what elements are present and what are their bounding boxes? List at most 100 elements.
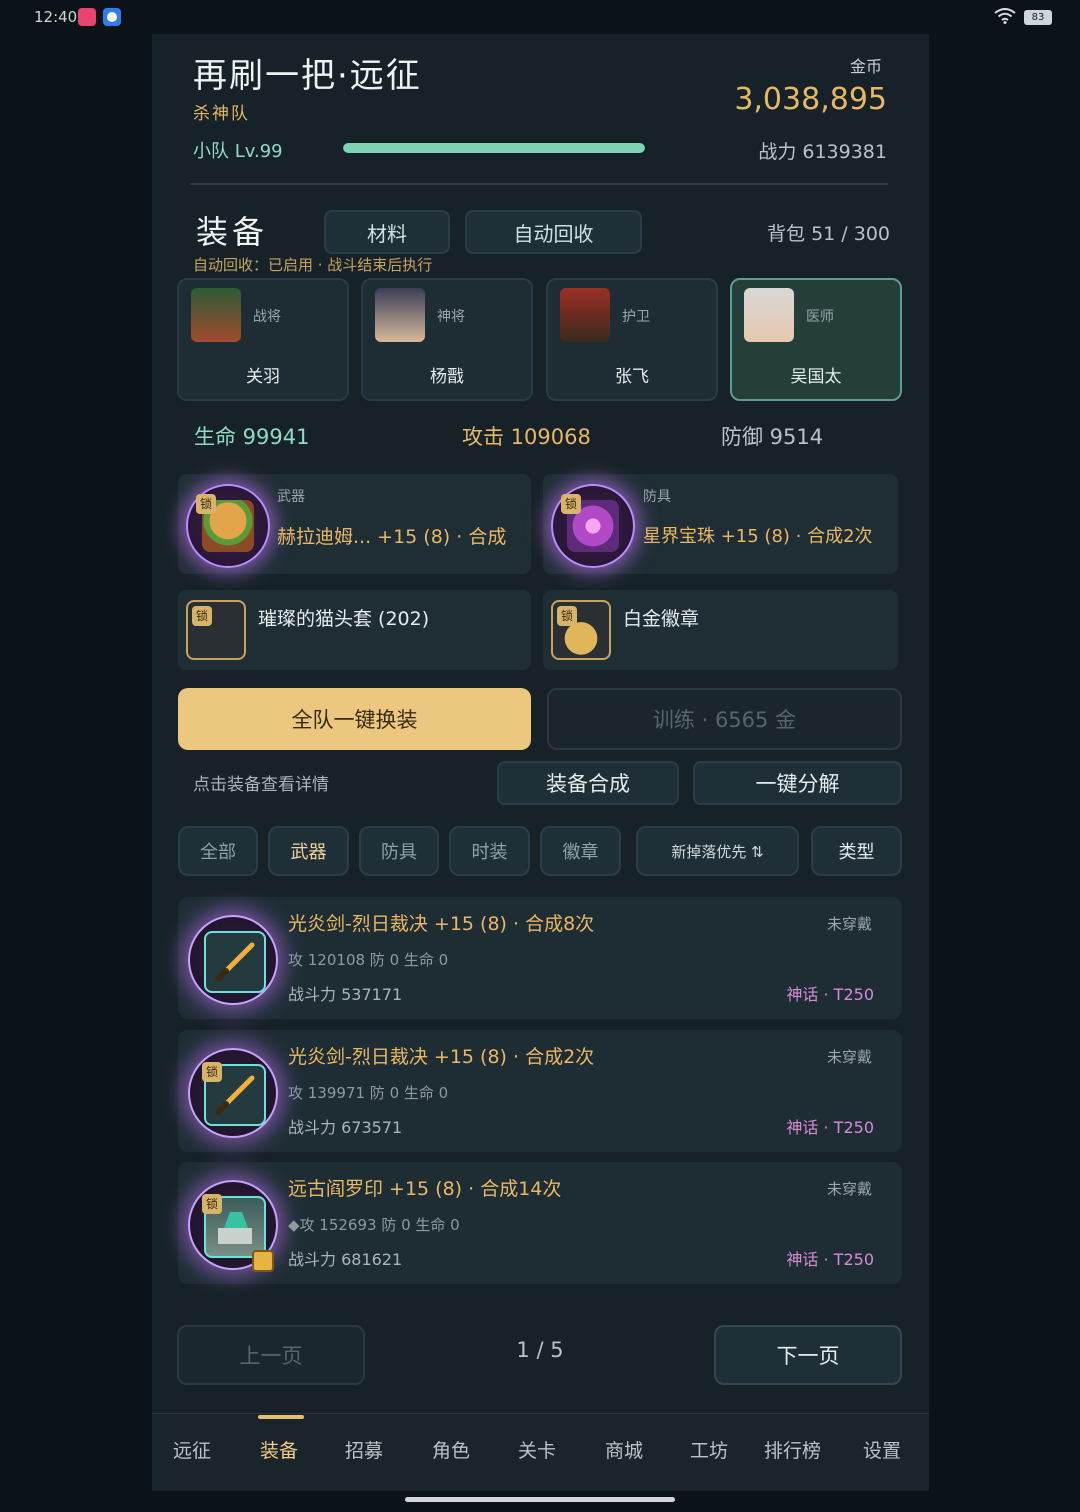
decompose-button[interactable]: 一键分解 xyxy=(693,761,902,805)
team-level: 小队 Lv.99 xyxy=(193,141,283,162)
equipped-armor-slot[interactable]: 锁 防具 星界宝珠 +15 (8) · 合成2次 xyxy=(543,474,898,574)
app-notification-icon xyxy=(78,8,96,26)
filter-all[interactable]: 全部 xyxy=(178,826,258,876)
filter-fashion[interactable]: 时装 xyxy=(449,826,530,876)
hero-card-zhangfei[interactable]: 护卫 张飞 xyxy=(546,278,718,401)
equipped-weapon-slot[interactable]: 锁 武器 赫拉迪姆... +15 (8) · 合成 xyxy=(178,474,531,574)
lock-icon: 锁 xyxy=(192,606,212,626)
prev-page-button[interactable]: 上一页 xyxy=(177,1325,365,1385)
hero-hp: 生命 99941 xyxy=(194,425,310,449)
item-stats: ◆攻 152693 防 0 生命 0 xyxy=(288,1216,460,1234)
item-power: 战斗力 681621 xyxy=(288,1250,403,1269)
lock-icon: 锁 xyxy=(202,1062,222,1082)
item-stats: 攻 139971 防 0 生命 0 xyxy=(288,1084,449,1102)
auto-recycle-note: 自动回收：已启用 · 战斗结束后执行 xyxy=(193,256,433,274)
page-indicator: 1 / 5 xyxy=(516,1338,564,1362)
nav-leaderboard[interactable]: 排行榜 xyxy=(764,1436,821,1463)
gold-label: 金币 xyxy=(850,57,883,76)
nav-shop[interactable]: 商城 xyxy=(605,1436,643,1463)
team-exp-bar xyxy=(343,143,645,153)
lock-icon: 锁 xyxy=(561,494,581,514)
sword-icon xyxy=(188,915,278,1005)
list-item[interactable]: 光炎剑-烈日裁决 +15 (8) · 合成8次 未穿戴 攻 120108 防 0… xyxy=(178,897,902,1019)
item-equip-status: 未穿戴 xyxy=(826,915,872,933)
lock-icon: 锁 xyxy=(202,1194,222,1214)
section-title-equipment: 装备 xyxy=(196,213,269,251)
item-tier: 神话 · T250 xyxy=(786,1118,874,1137)
synthesize-button[interactable]: 装备合成 xyxy=(497,761,679,805)
item-equip-status: 未穿戴 xyxy=(826,1180,872,1198)
hero-attack: 攻击 109068 xyxy=(462,425,591,449)
nav-characters[interactable]: 角色 xyxy=(432,1436,470,1463)
item-power: 战斗力 673571 xyxy=(288,1118,403,1137)
nav-recruit[interactable]: 招募 xyxy=(345,1436,383,1463)
hero-portrait-icon xyxy=(560,288,610,342)
sort-newest-button[interactable]: 新掉落优先 ⇅ xyxy=(636,826,799,876)
medal-icon: 锁 xyxy=(551,600,611,660)
equipment-hint: 点击装备查看详情 xyxy=(193,775,329,795)
sword-icon: 锁 xyxy=(188,1048,278,1138)
filter-badge[interactable]: 徽章 xyxy=(540,826,621,876)
hero-role: 医师 xyxy=(806,309,834,325)
train-button[interactable]: 训练 · 6565 金 xyxy=(547,688,902,750)
nav-active-indicator xyxy=(258,1415,304,1419)
filter-armor[interactable]: 防具 xyxy=(359,826,439,876)
hero-name: 吴国太 xyxy=(790,367,842,387)
wifi-icon xyxy=(994,8,1016,28)
item-power: 战斗力 537171 xyxy=(288,985,403,1004)
item-name: 光炎剑-烈日裁决 +15 (8) · 合成8次 xyxy=(288,913,595,935)
hero-card-wuguotai[interactable]: 医师 吴国太 xyxy=(730,278,902,401)
item-tier: 神话 · T250 xyxy=(786,1250,874,1269)
nav-stages[interactable]: 关卡 xyxy=(518,1436,556,1463)
seal-icon: 锁 xyxy=(188,1180,278,1272)
item-name: 光炎剑-烈日裁决 +15 (8) · 合成2次 xyxy=(288,1046,595,1068)
equipped-badge-name: 白金徽章 xyxy=(623,608,700,630)
filter-weapon[interactable]: 武器 xyxy=(268,826,349,876)
hero-role: 神将 xyxy=(437,309,465,325)
hero-name: 张飞 xyxy=(615,367,649,387)
hero-card-guanyu[interactable]: 战将 关羽 xyxy=(177,278,349,401)
game-title: 再刷一把·远征 xyxy=(193,56,422,96)
item-stats: 攻 120108 防 0 生命 0 xyxy=(288,951,449,969)
browser-notification-icon xyxy=(103,8,121,26)
status-bar: 12:40 83 xyxy=(0,0,1080,34)
next-page-button[interactable]: 下一页 xyxy=(714,1325,902,1385)
home-indicator[interactable] xyxy=(405,1497,675,1502)
clock: 12:40 xyxy=(34,8,78,26)
slot-type-weapon: 武器 xyxy=(277,489,305,505)
equipped-fashion-slot[interactable]: 锁 璀璨的猫头套 (202) xyxy=(178,590,531,670)
team-name: 杀神队 xyxy=(193,104,250,124)
nav-settings[interactable]: 设置 xyxy=(863,1436,901,1463)
list-item[interactable]: 锁 远古阎罗印 +15 (8) · 合成14次 未穿戴 ◆攻 152693 防 … xyxy=(178,1162,902,1284)
rarity-badge-icon xyxy=(252,1250,274,1272)
slot-type-armor: 防具 xyxy=(643,489,671,505)
filter-type-button[interactable]: 类型 xyxy=(811,826,902,876)
gold-value: 3,038,895 xyxy=(734,82,887,117)
lock-icon: 锁 xyxy=(557,606,577,626)
item-name: 远古阎罗印 +15 (8) · 合成14次 xyxy=(288,1178,562,1200)
hero-portrait-icon xyxy=(191,288,241,342)
nav-workshop[interactable]: 工坊 xyxy=(690,1436,728,1463)
hero-defense: 防御 9514 xyxy=(721,425,824,449)
tab-materials[interactable]: 材料 xyxy=(324,210,450,254)
hero-portrait-icon xyxy=(744,288,794,342)
nav-expedition[interactable]: 远征 xyxy=(173,1436,211,1463)
team-exp-fill xyxy=(343,143,645,153)
hero-portrait-icon xyxy=(375,288,425,342)
bag-capacity: 背包 51 / 300 xyxy=(767,223,890,245)
nav-equipment[interactable]: 装备 xyxy=(260,1436,298,1463)
header-divider xyxy=(190,183,888,185)
team-auto-equip-button[interactable]: 全队一键换装 xyxy=(178,688,531,750)
lock-icon: 锁 xyxy=(196,494,216,514)
battery-icon: 83 xyxy=(1024,10,1052,25)
equipped-fashion-name: 璀璨的猫头套 (202) xyxy=(258,608,430,630)
hero-card-yangjian[interactable]: 神将 杨戬 xyxy=(361,278,533,401)
tab-auto-recycle[interactable]: 自动回收 xyxy=(465,210,642,254)
cat-helmet-icon: 锁 xyxy=(186,600,246,660)
orb-armor-icon: 锁 xyxy=(551,484,635,568)
hero-name: 关羽 xyxy=(246,367,280,387)
equipped-badge-slot[interactable]: 锁 白金徽章 xyxy=(543,590,898,670)
item-tier: 神话 · T250 xyxy=(786,985,874,1004)
list-item[interactable]: 锁 光炎剑-烈日裁决 +15 (8) · 合成2次 未穿戴 攻 139971 防… xyxy=(178,1030,902,1152)
hero-role: 战将 xyxy=(253,309,281,325)
